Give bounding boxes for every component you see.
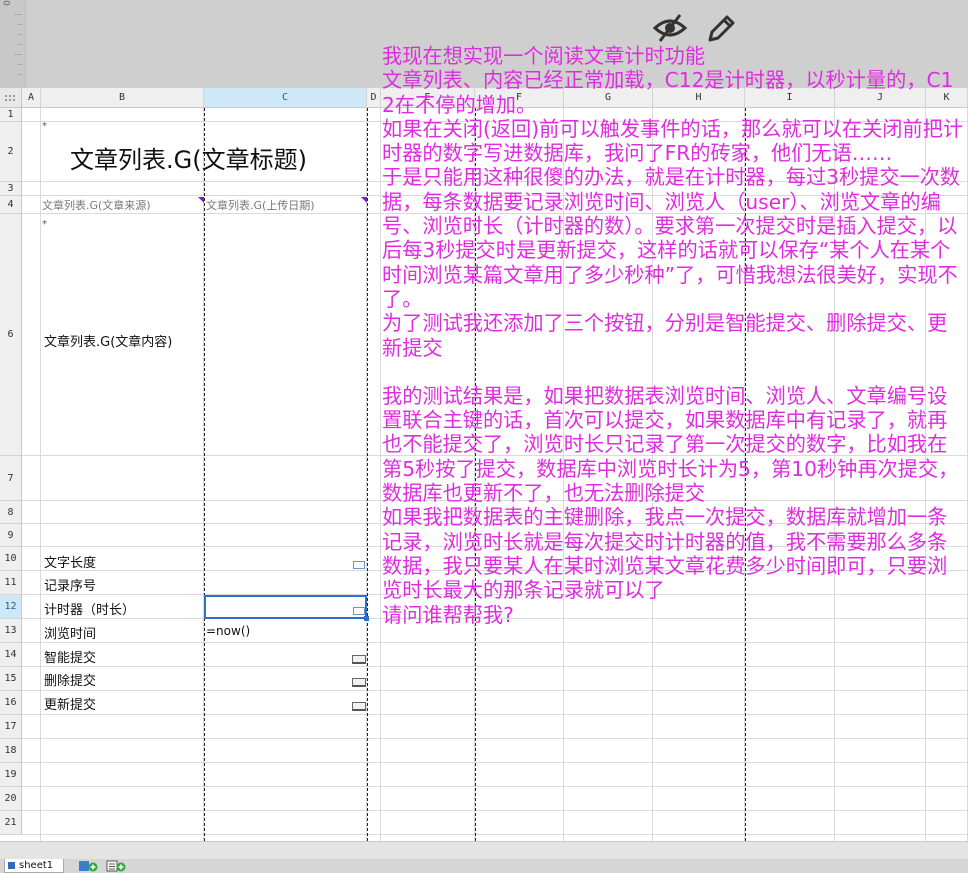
page-break-line	[367, 108, 368, 841]
overlay-paragraph: 如果我把数据表的主键删除，我点一次提交，数据库就增加一条记录，浏览时长就是每次提…	[382, 505, 948, 603]
cell-source[interactable]: 文章列表.G(文章来源)	[42, 197, 151, 213]
cell-delete-submit[interactable]: 删除提交	[44, 670, 96, 689]
column-gridline	[40, 108, 41, 841]
button-widget-icon	[352, 655, 366, 664]
ruler-tick	[14, 54, 22, 55]
add-sheet-icon[interactable]	[78, 860, 98, 872]
row-header[interactable]: 1	[0, 108, 22, 122]
cell-upload-date[interactable]: 文章列表.G(上传日期)	[206, 197, 315, 213]
sheet-tab-sheet1[interactable]: sheet1	[4, 859, 64, 873]
fill-handle[interactable]	[364, 616, 369, 621]
sheet-icon	[8, 862, 15, 869]
ruler-tick	[17, 74, 22, 75]
row-gridline	[22, 690, 968, 691]
ruler-tick	[14, 14, 22, 15]
column-header[interactable]: D	[367, 88, 381, 108]
page-break-line	[204, 108, 205, 841]
grid-dots-icon	[5, 95, 15, 101]
row-header[interactable]: 17	[0, 715, 22, 739]
ruler-label: 0	[2, 0, 13, 6]
ruler-tick	[17, 24, 22, 25]
horizontal-scrollbar[interactable]	[0, 841, 968, 860]
overlay-paragraph: 于是只能用这种很傻的办法，就是在计时器，每过3秒提交一次数据，每条数据要记录浏览…	[382, 165, 961, 311]
cell-marker: *	[42, 219, 47, 230]
row-header[interactable]: 15	[0, 667, 22, 691]
pencil-icon[interactable]	[704, 12, 738, 46]
cell-smart-submit[interactable]: 智能提交	[44, 647, 96, 666]
ruler-tick	[17, 34, 22, 35]
row-header[interactable]: 10	[0, 547, 22, 571]
row-header[interactable]: 12	[0, 595, 22, 619]
row-gridline	[22, 810, 968, 811]
row-header[interactable]: 11	[0, 571, 22, 595]
column-header[interactable]: B	[41, 88, 204, 108]
select-all-corner[interactable]	[0, 88, 22, 108]
row-header[interactable]: 9	[0, 524, 22, 547]
overlay-paragraph: 请问谁帮帮我?	[382, 602, 514, 627]
cell-content[interactable]: 文章列表.G(文章内容)	[44, 331, 172, 350]
row-gridline	[22, 834, 968, 835]
row-header[interactable]: 20	[0, 787, 22, 811]
row-gridline	[22, 714, 968, 715]
row-gridline	[22, 642, 968, 643]
eye-slash-icon[interactable]	[652, 12, 688, 44]
column-gridline	[380, 108, 381, 841]
row-header[interactable]: 8	[0, 501, 22, 524]
sheet-tab-label: sheet1	[19, 860, 54, 871]
add-report-icon[interactable]	[106, 860, 126, 872]
row-gridline	[22, 786, 968, 787]
overlay-paragraph: 文章列表、内容已经正常加载，C12是计时器，以秒计量的，C12在不停的增加。	[382, 68, 954, 117]
row-header[interactable]: 13	[0, 619, 22, 643]
row-gridline	[22, 738, 968, 739]
row-gridline	[22, 762, 968, 763]
overlay-paragraph: 我现在想实现一个阅读文章计时功能	[382, 44, 706, 68]
row-gridline	[22, 666, 968, 667]
cell-browse-time[interactable]: 浏览时间	[44, 623, 96, 642]
cell-text-length[interactable]: 文字长度	[44, 552, 96, 571]
cell-formula[interactable]: =now()	[206, 624, 250, 638]
overlay-paragraph: 我的测试结果是，如果把数据表浏览时间、浏览人、文章编号设置联合主键的话，首次可以…	[382, 383, 959, 506]
overlay-paragraph: 为了测试我还添加了三个按钮，分别是智能提交、删除提交、更新提交	[382, 311, 948, 360]
cell-flag	[361, 197, 367, 203]
cell-record-no[interactable]: 记录序号	[44, 575, 96, 594]
cell-timer[interactable]: 计时器（时长）	[44, 599, 135, 618]
cell-title[interactable]: 文章列表.G(文章标题)	[70, 140, 307, 175]
row-header[interactable]: 6	[0, 214, 22, 456]
sheet-tab-bar: sheet1	[0, 859, 968, 873]
row-header[interactable]: 2	[0, 122, 22, 182]
cell-marker: *	[42, 121, 47, 132]
row-header[interactable]: 16	[0, 691, 22, 715]
row-header[interactable]: 19	[0, 763, 22, 787]
ruler-tick	[17, 44, 22, 45]
selected-cell-C12[interactable]	[204, 595, 367, 619]
column-header[interactable]: C	[204, 88, 367, 108]
row-header[interactable]: 14	[0, 643, 22, 667]
textbox-widget-icon	[353, 561, 365, 569]
overlay-paragraph: 如果在关闭(返回)前可以触发事件的话，那么就可以在关闭前把计时器的数字写进数据库…	[382, 116, 964, 166]
row-header[interactable]: 21	[0, 811, 22, 835]
row-header[interactable]: 18	[0, 739, 22, 763]
row-header[interactable]: 3	[0, 182, 22, 196]
row-header[interactable]: 7	[0, 456, 22, 501]
vertical-ruler: 0	[0, 0, 26, 88]
button-widget-icon	[352, 702, 366, 711]
overlay-question-text: 我现在想实现一个阅读文章计时功能 文章列表、内容已经正常加载，C12是计时器，以秒…	[382, 44, 966, 627]
cell-update-submit[interactable]: 更新提交	[44, 694, 96, 713]
button-widget-icon	[352, 678, 366, 687]
row-header[interactable]: 4	[0, 196, 22, 214]
overlay-paragraph	[382, 360, 966, 384]
column-header[interactable]: A	[22, 88, 41, 108]
ruler-tick	[17, 64, 22, 65]
cell-flag	[198, 197, 204, 203]
